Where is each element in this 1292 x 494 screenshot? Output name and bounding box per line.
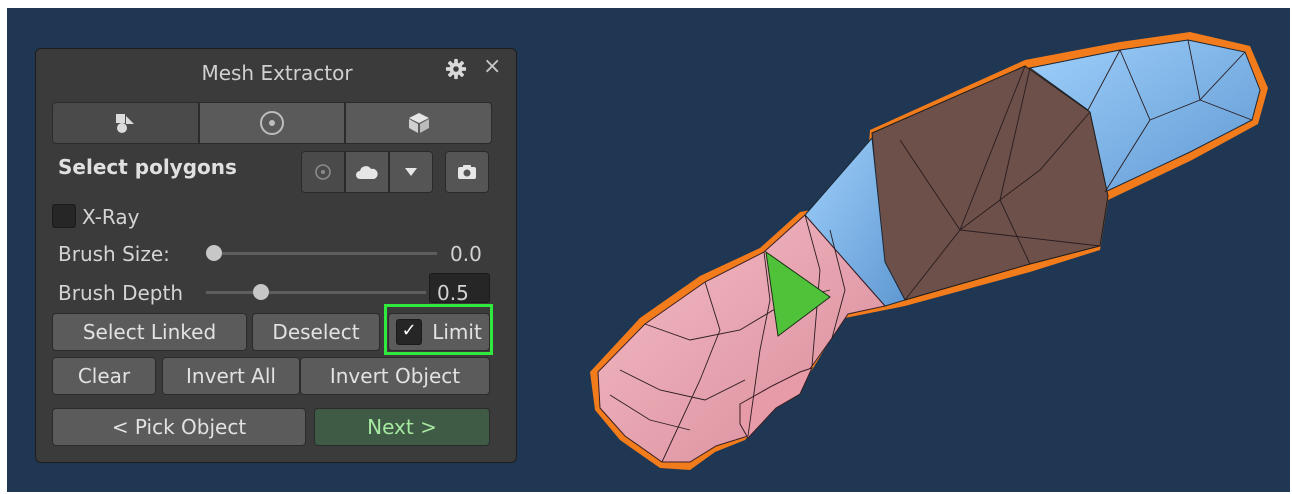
brush-size-track[interactable] [212,252,437,255]
invert-object-button[interactable]: Invert Object [300,357,490,395]
xray-label: X-Ray [82,205,140,229]
next-button[interactable]: Next > [314,408,490,446]
pick-object-button[interactable]: < Pick Object [52,408,306,446]
screenshot-button[interactable] [445,151,489,193]
brush-size-label: Brush Size: [58,242,170,266]
limit-checkbox[interactable]: ✓ [396,319,423,345]
shapes-icon [116,114,135,133]
brush-depth-thumb[interactable] [253,284,269,300]
mesh-extractor-panel: Mesh Extractor × Select polygons X-Ray B… [35,48,517,463]
xray-checkbox[interactable] [52,204,76,228]
brush-size-value[interactable]: 0.0 [450,242,482,266]
select-polygons-heading: Select polygons [58,155,237,179]
cloud-select-button[interactable] [345,151,389,193]
limit-label: Limit [432,320,482,344]
selection-tools [301,151,433,193]
camera-icon [458,165,476,179]
brush-depth-label: Brush Depth [58,281,183,305]
tab-target[interactable] [198,102,346,144]
select-linked-button[interactable]: Select Linked [52,313,247,351]
brush-size-thumb[interactable] [206,245,222,261]
limit-toggle[interactable]: ✓ Limit [388,313,490,351]
cloud-icon [356,166,378,179]
gear-icon[interactable] [445,58,467,80]
deselect-button[interactable]: Deselect [252,313,380,351]
circle-select-button[interactable] [301,151,345,193]
close-icon[interactable]: × [483,54,501,79]
invert-all-button[interactable]: Invert All [162,357,300,395]
dropdown-arrow-icon [405,168,417,176]
clear-button[interactable]: Clear [52,357,156,395]
circle-select-icon [315,164,331,180]
brush-depth-track[interactable] [206,291,426,294]
mode-tabs [52,102,493,144]
brush-depth-value: 0.5 [437,281,469,305]
target-circle-icon [260,111,284,135]
tab-object[interactable] [345,102,493,144]
cube-icon [408,113,429,133]
tab-shapes[interactable] [52,102,199,144]
dropdown-button[interactable] [389,151,433,193]
